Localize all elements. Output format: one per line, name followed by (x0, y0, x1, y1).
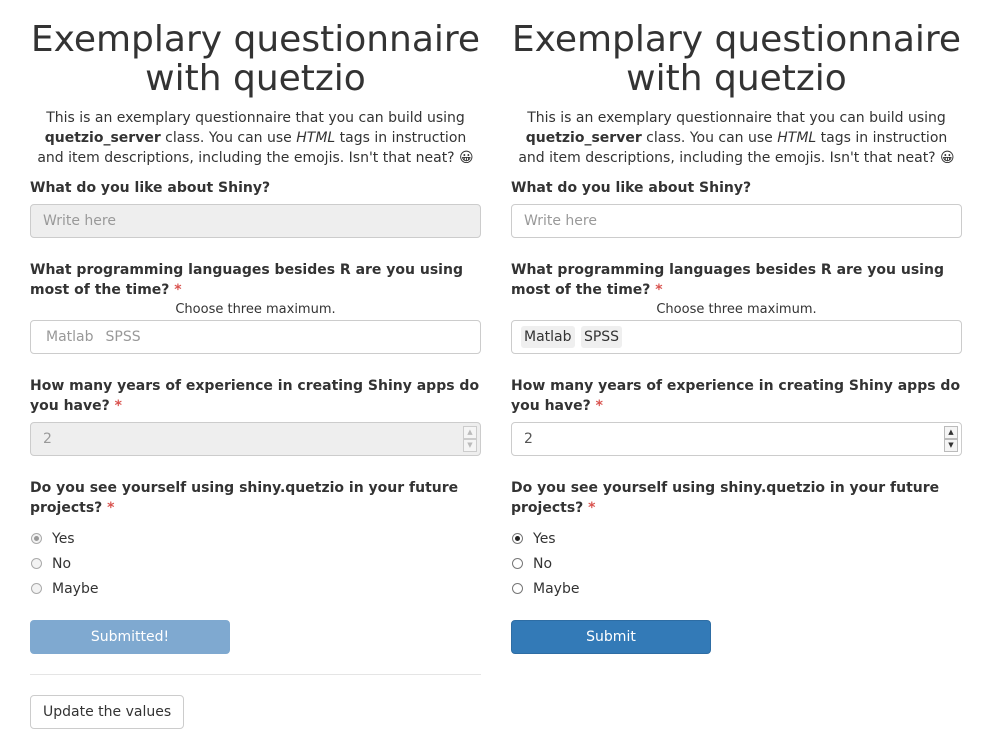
question-shiny-likes-label: What do you like about Shiny? (30, 180, 271, 196)
questionnaire-left: Exemplary questionnaire with quetzio Thi… (30, 0, 481, 729)
radio-option-maybe[interactable]: Maybe (30, 576, 481, 601)
number-spinner[interactable]: ▲ ▼ (463, 426, 477, 452)
future-use-radio-group: Yes No Maybe (511, 526, 962, 601)
radio-button[interactable] (31, 583, 42, 594)
languages-hint: Choose three maximum. (175, 302, 336, 317)
language-tag[interactable]: SPSS (580, 326, 623, 348)
divider (30, 674, 481, 675)
experience-value: 2 (524, 431, 533, 447)
question-languages-label: What programming languages besides R are… (30, 262, 463, 298)
required-marker: * (655, 282, 663, 298)
questionnaire-right: Exemplary questionnaire with quetzio Thi… (511, 0, 962, 654)
question-experience-label: How many years of experience in creating… (30, 378, 480, 414)
required-marker: * (588, 500, 596, 516)
radio-option-yes[interactable]: Yes (511, 526, 962, 551)
radio-button[interactable] (31, 558, 42, 569)
radio-button[interactable] (512, 533, 523, 544)
question-future-use-label: Do you see yourself using shiny.quetzio … (511, 480, 940, 516)
description: This is an exemplary questionnaire that … (37, 110, 474, 166)
future-use-radio-group: Yes No Maybe (30, 526, 481, 601)
description: This is an exemplary questionnaire that … (518, 110, 955, 166)
question-shiny-likes-label: What do you like about Shiny? (511, 180, 752, 196)
spin-down-icon[interactable]: ▼ (944, 439, 958, 452)
radio-option-yes[interactable]: Yes (30, 526, 481, 551)
experience-value: 2 (43, 431, 52, 447)
language-tag: SPSS (105, 329, 141, 345)
spin-up-icon[interactable]: ▲ (944, 426, 958, 439)
shiny-likes-input[interactable]: Write here (511, 204, 962, 238)
radio-button[interactable] (512, 583, 523, 594)
page-title: Exemplary questionnaire with quetzio (30, 19, 481, 99)
shiny-likes-input[interactable]: Write here (30, 204, 481, 238)
number-spinner[interactable]: ▲ ▼ (944, 426, 958, 452)
shiny-likes-placeholder: Write here (43, 213, 116, 229)
spin-down-icon[interactable]: ▼ (463, 439, 477, 452)
question-future-use-label: Do you see yourself using shiny.quetzio … (30, 480, 459, 516)
required-marker: * (107, 500, 115, 516)
experience-number-input[interactable]: 2 ▲ ▼ (30, 422, 481, 456)
required-marker: * (174, 282, 182, 298)
experience-number-input[interactable]: 2 ▲ ▼ (511, 422, 962, 456)
language-tag[interactable]: Matlab (521, 326, 575, 348)
languages-select[interactable]: Matlab SPSS (511, 320, 962, 354)
radio-option-no[interactable]: No (511, 551, 962, 576)
language-tag: Matlab (46, 329, 94, 345)
page-title: Exemplary questionnaire with quetzio (511, 19, 962, 99)
required-marker: * (114, 398, 122, 414)
required-marker: * (595, 398, 603, 414)
update-values-button[interactable]: Update the values (30, 695, 185, 729)
radio-button[interactable] (512, 558, 523, 569)
radio-option-maybe[interactable]: Maybe (511, 576, 962, 601)
radio-button[interactable] (31, 533, 42, 544)
radio-option-no[interactable]: No (30, 551, 481, 576)
question-languages-label: What programming languages besides R are… (511, 262, 944, 298)
question-experience-label: How many years of experience in creating… (511, 378, 961, 414)
submitted-button[interactable]: Submitted! (30, 620, 230, 654)
spin-up-icon[interactable]: ▲ (463, 426, 477, 439)
shiny-likes-placeholder: Write here (524, 213, 597, 229)
submit-button[interactable]: Submit (511, 620, 711, 654)
languages-hint: Choose three maximum. (656, 302, 817, 317)
languages-select[interactable]: Matlab SPSS (30, 320, 481, 354)
